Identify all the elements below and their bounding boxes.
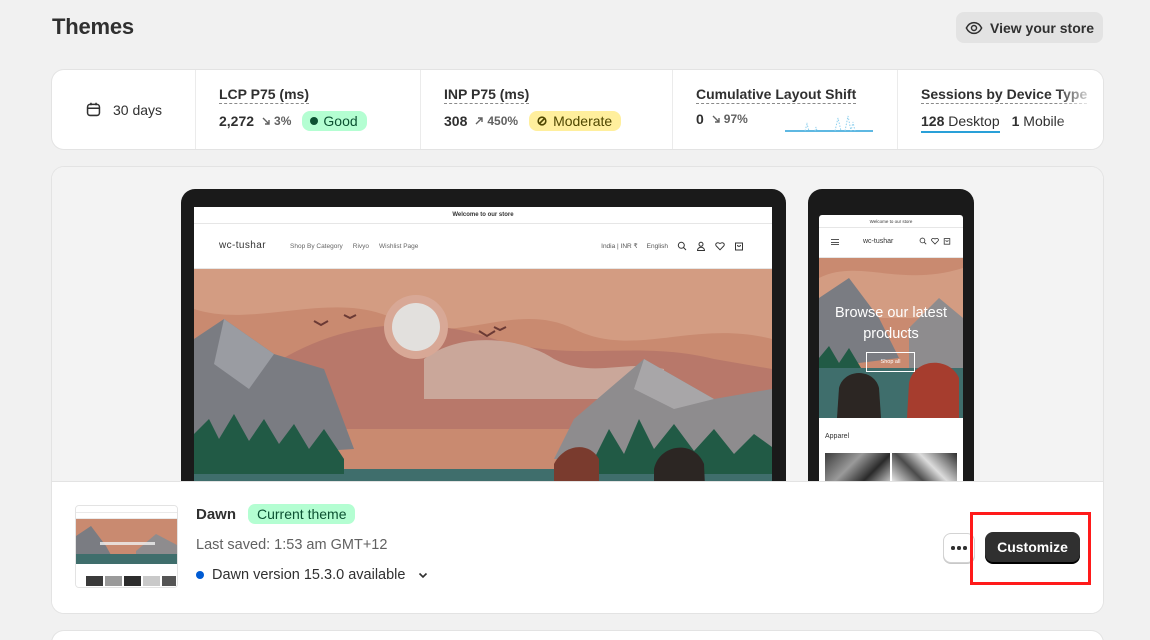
lcp-delta-value: 3% <box>274 114 292 128</box>
view-store-button[interactable]: View your store <box>956 12 1103 43</box>
sessions-desktop-count: 128 <box>921 113 945 129</box>
sessions-mobile-count: 1 <box>1011 113 1020 129</box>
theme-thumbnail-image <box>76 506 177 587</box>
desktop-announcement-bar: Welcome to our store <box>194 207 772 224</box>
sessions-desktop-label: Desktop <box>948 113 1000 129</box>
calendar-icon <box>86 102 101 117</box>
sessions-desktop: 128 Desktop <box>921 113 1000 133</box>
heart-icon <box>931 238 939 245</box>
version-update-notice[interactable]: Dawn version 15.3.0 available <box>196 567 429 583</box>
arrow-up-right-icon <box>475 117 484 125</box>
desktop-store-brand: wc-tushar <box>219 240 266 251</box>
lcp-value: 2,272 <box>219 113 255 129</box>
search-icon <box>919 237 927 245</box>
mobile-hero-heading: Browse our latest products <box>834 305 948 342</box>
product-image <box>825 453 890 481</box>
more-dot-icon <box>957 546 961 550</box>
moderate-status-icon <box>537 116 547 126</box>
mobile-store-header: wc-tushar <box>819 228 963 258</box>
cls-value: 0 <box>696 111 704 127</box>
search-icon <box>677 241 687 251</box>
more-actions-button[interactable] <box>943 533 975 563</box>
metric-sessions-by-device[interactable]: Sessions by Device Type 128 Desktop 1 Mo… <box>898 70 1103 149</box>
cls-sparkline <box>785 115 873 132</box>
cls-label: Cumulative Layout Shift <box>696 86 857 104</box>
metric-inp[interactable]: INP P75 (ms) 308 450% Moderate <box>421 70 673 149</box>
current-theme-card: Welcome to our store wc-tushar Shop By C… <box>52 167 1103 613</box>
mobile-preview-screen: Welcome to our store wc-tushar Browse ou… <box>819 215 963 481</box>
store-language: English <box>646 242 668 250</box>
metric-cls[interactable]: Cumulative Layout Shift 0 97% <box>673 70 898 149</box>
mobile-store-brand: wc-tushar <box>863 238 894 245</box>
good-dot-icon <box>310 117 319 125</box>
inp-delta: 450% <box>474 114 518 128</box>
store-locale: India | INR ₹ <box>601 243 638 250</box>
chevron-down-icon <box>419 572 428 579</box>
theme-preview[interactable]: Welcome to our store wc-tushar Shop By C… <box>52 167 1103 481</box>
store-nav-item: Wishlist Page <box>379 243 419 250</box>
next-section-card <box>52 631 1103 640</box>
inp-value: 308 <box>444 113 468 129</box>
date-range-label: 30 days <box>113 101 163 118</box>
desktop-preview-frame: Welcome to our store wc-tushar Shop By C… <box>181 189 786 481</box>
menu-icon <box>831 239 839 245</box>
mobile-collection-title: Apparel <box>825 433 850 440</box>
view-store-label: View your store <box>990 19 1095 36</box>
date-range-selector[interactable]: 30 days <box>52 70 196 149</box>
inp-label: INP P75 (ms) <box>444 86 530 104</box>
store-nav-item: Shop By Category <box>290 243 343 250</box>
lcp-label: LCP P75 (ms) <box>219 86 309 104</box>
inp-status-badge: Moderate <box>529 111 622 131</box>
metric-lcp[interactable]: LCP P75 (ms) 2,272 3% Good <box>196 70 421 149</box>
web-performance-metrics: 30 days LCP P75 (ms) 2,272 3% Good INP P… <box>52 70 1103 149</box>
mobile-announcement-bar: Welcome to our store <box>819 215 963 228</box>
cart-icon <box>735 242 743 251</box>
account-icon <box>696 241 706 251</box>
version-notice-text: Dawn version 15.3.0 available <box>212 567 406 583</box>
theme-name: Dawn <box>196 506 237 523</box>
current-theme-badge: Current theme <box>248 504 356 524</box>
lcp-status-label: Good <box>323 113 358 129</box>
more-dot-icon <box>951 546 955 550</box>
cart-icon <box>943 238 951 245</box>
info-dot-icon <box>196 571 204 579</box>
page-title: Themes <box>52 14 134 39</box>
desktop-hero-illustration <box>194 269 772 481</box>
theme-info: Dawn Current theme Last saved: 1:53 am G… <box>52 481 1103 613</box>
mobile-store-utilities <box>919 237 951 245</box>
lcp-status-badge: Good <box>302 111 367 131</box>
arrow-down-right-icon <box>262 117 270 125</box>
last-saved-text: Last saved: 1:53 am GMT+12 <box>196 537 388 553</box>
inp-status-label: Moderate <box>553 113 613 129</box>
lcp-delta: 3% <box>261 114 291 128</box>
more-dot-icon <box>963 546 967 550</box>
arrow-down-right-icon <box>712 115 720 123</box>
customize-button[interactable]: Customize <box>985 532 1080 563</box>
store-nav-item: Rivyo <box>352 243 370 250</box>
product-image <box>892 453 957 481</box>
mobile-preview-frame: Welcome to our store wc-tushar Browse ou… <box>808 189 974 481</box>
mobile-shop-all-button: Shop all <box>866 352 915 372</box>
cls-delta-value: 97% <box>723 112 748 126</box>
scroll-fade <box>1057 70 1103 149</box>
theme-thumbnail[interactable] <box>75 505 178 588</box>
desktop-store-utilities: India | INR ₹ English <box>601 241 744 251</box>
inp-delta-value: 450% <box>487 114 519 128</box>
desktop-store-nav: Shop By Category Rivyo Wishlist Page <box>290 243 418 250</box>
desktop-preview-screen: Welcome to our store wc-tushar Shop By C… <box>194 207 772 481</box>
cls-delta: 97% <box>711 112 748 126</box>
heart-icon <box>715 242 725 251</box>
desktop-store-header: wc-tushar Shop By Category Rivyo Wishlis… <box>194 224 772 269</box>
eye-icon <box>965 21 983 34</box>
